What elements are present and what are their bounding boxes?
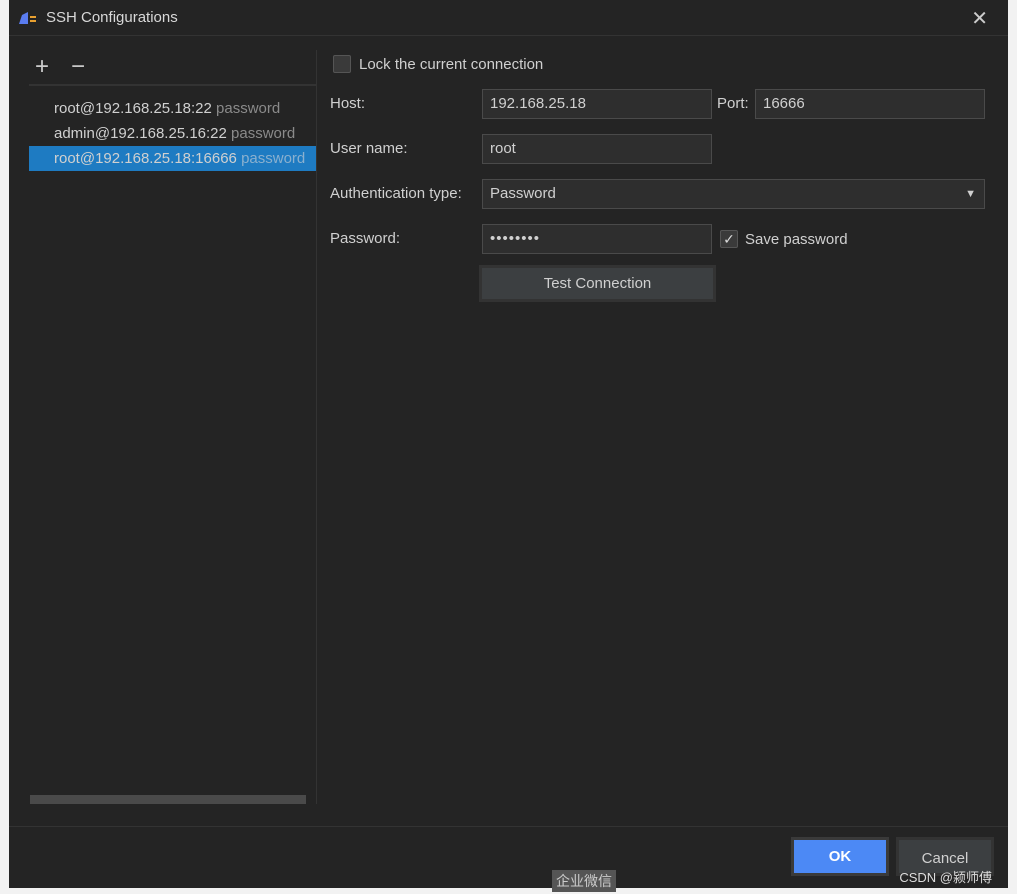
connection-item[interactable]: root@192.168.25.18:16666 password [29, 146, 316, 171]
password-input[interactable]: •••••••• [482, 224, 712, 254]
lock-connection-checkbox[interactable] [333, 55, 351, 73]
connection-item[interactable]: admin@192.168.25.16:22 password [29, 121, 316, 146]
port-label: Port: [717, 95, 749, 112]
footer-divider [9, 826, 1008, 827]
connection-name: root@192.168.25.18:16666 [54, 150, 237, 167]
dialog-title: SSH Configurations [46, 9, 178, 26]
ssh-configurations-dialog: SSH Configurations ✕ + − root@192.168.25… [9, 0, 1008, 888]
username-label: User name: [330, 140, 408, 157]
port-input[interactable]: 16666 [755, 89, 985, 119]
auth-type-label: Authentication type: [330, 185, 462, 202]
watermark: CSDN @颍师傅 [899, 870, 992, 885]
ok-button[interactable]: OK [791, 837, 889, 876]
password-label: Password: [330, 230, 401, 247]
connection-auth-type: password [216, 100, 281, 117]
horizontal-scrollbar[interactable] [30, 795, 306, 804]
save-password-label: Save password [745, 230, 848, 248]
connection-auth-type: password [231, 125, 296, 142]
auth-type-select[interactable]: Password ▼ [482, 179, 985, 209]
username-input[interactable]: root [482, 134, 712, 164]
app-logo-icon [19, 11, 36, 24]
connection-name: root@192.168.25.18:22 [54, 100, 212, 117]
save-password-checkbox[interactable]: ✓ [720, 230, 738, 248]
host-label: Host: [330, 95, 366, 112]
connection-name: admin@192.168.25.16:22 [54, 125, 227, 142]
connection-list-panel: + − root@192.168.25.18:22 password admin@… [29, 50, 317, 804]
title-bar: SSH Configurations [9, 0, 1008, 36]
test-connection-button[interactable]: Test Connection [479, 265, 716, 302]
taskbar-wecom-label[interactable]: 企业微信 [552, 870, 616, 892]
auth-type-value: Password [490, 185, 556, 202]
lock-connection-label: Lock the current connection [359, 55, 544, 73]
close-icon[interactable]: ✕ [971, 6, 988, 31]
connection-auth-type: password [241, 150, 306, 167]
remove-icon[interactable]: − [71, 53, 85, 81]
host-input[interactable]: 192.168.25.18 [482, 89, 712, 119]
chevron-down-icon: ▼ [965, 188, 976, 200]
connection-item[interactable]: root@192.168.25.18:22 password [29, 96, 316, 121]
add-icon[interactable]: + [35, 53, 49, 81]
